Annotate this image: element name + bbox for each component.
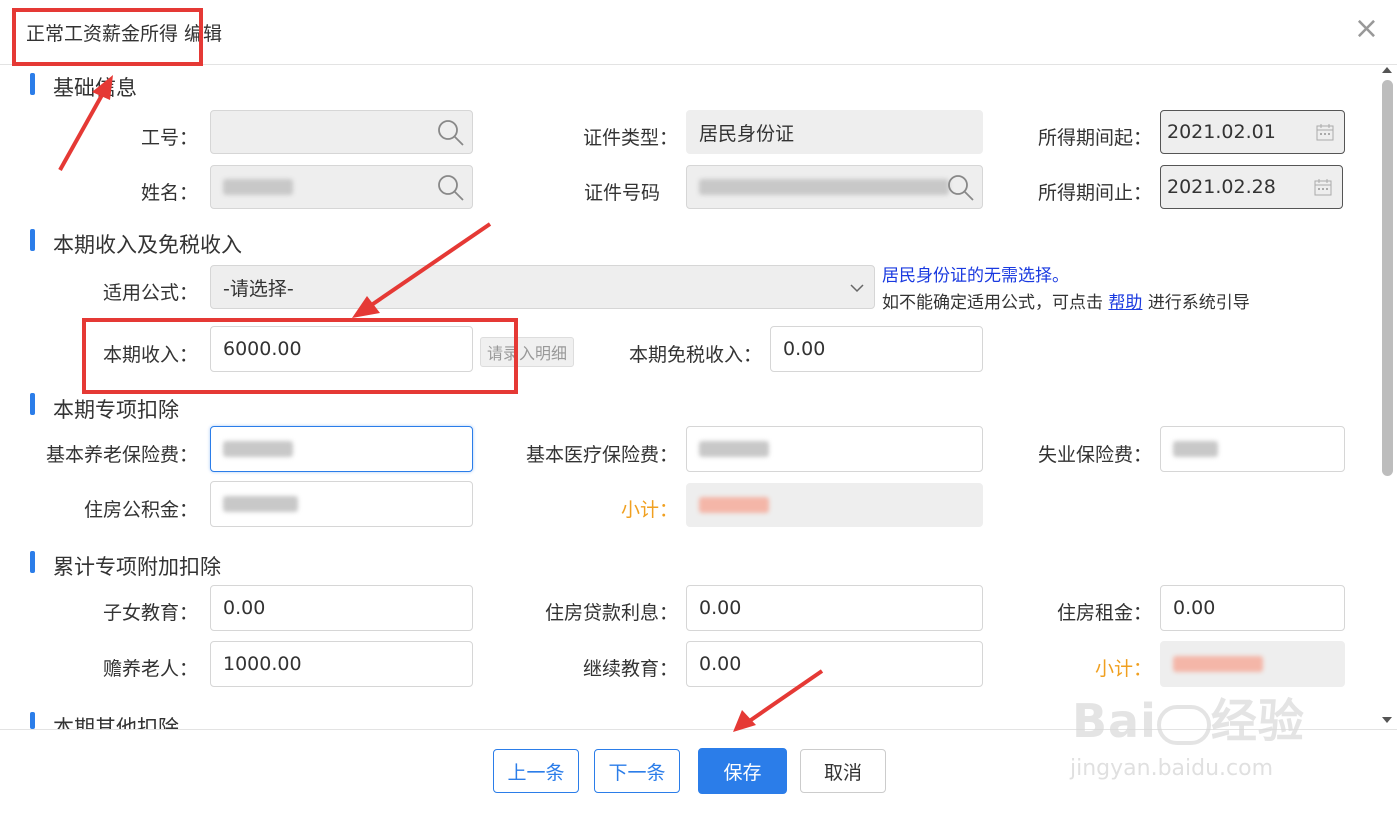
arrow-to-income: [352, 222, 492, 318]
arrow-to-save: [733, 669, 824, 732]
watermark-brand: Bai: [1072, 694, 1157, 748]
arrow-to-title: [58, 75, 113, 171]
watermark-logo: Bai 经验: [1072, 685, 1305, 751]
paw-icon: [1156, 704, 1211, 745]
watermark-brand-cn: 经验: [1210, 694, 1305, 748]
watermark-url: jingyan.baidu.com: [1070, 756, 1274, 781]
